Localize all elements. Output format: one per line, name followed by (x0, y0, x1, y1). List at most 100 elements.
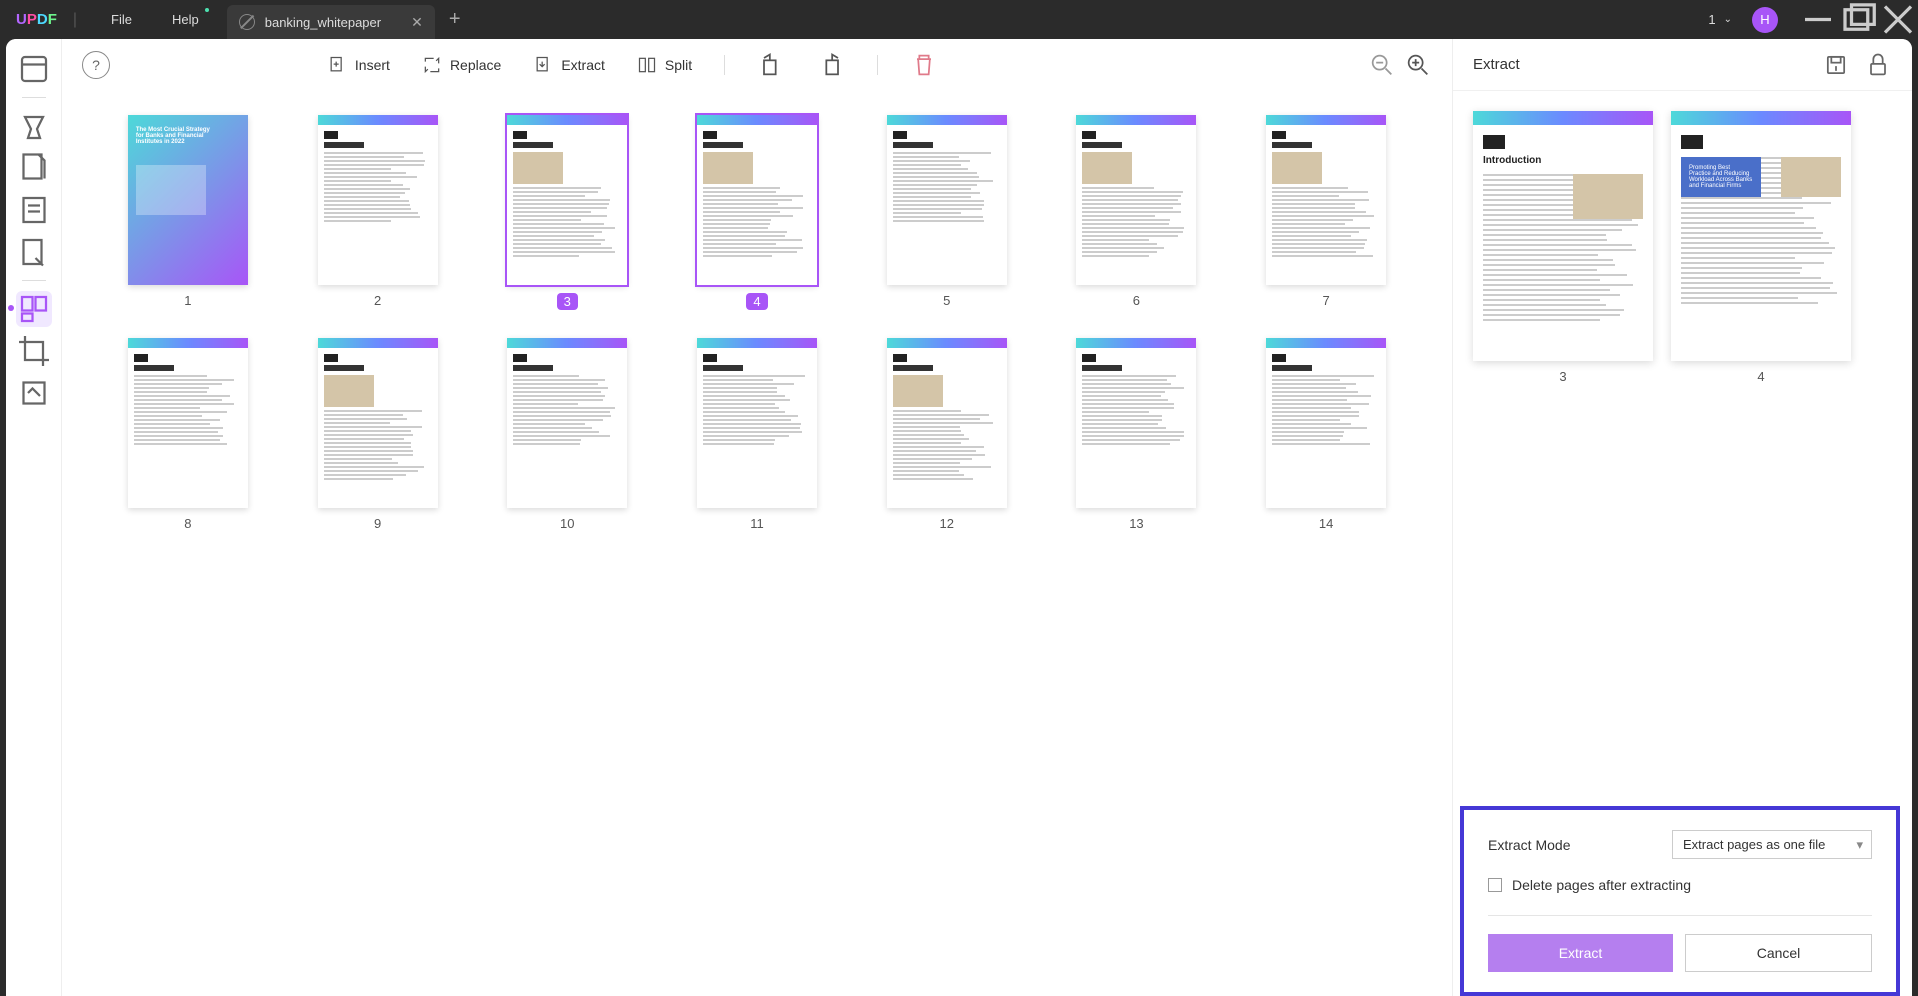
page-number: 2 (374, 293, 381, 308)
page-thumbnail-image[interactable] (1076, 338, 1196, 508)
chevron-down-icon[interactable]: ⌄ (1724, 14, 1732, 25)
page-number: 14 (1319, 516, 1333, 531)
zoom-in-button[interactable] (1404, 51, 1432, 79)
page-thumbnail[interactable]: 11 (671, 338, 843, 531)
page-number: 6 (1133, 293, 1140, 308)
page-thumbnail-image[interactable] (318, 338, 438, 508)
page-thumbnail[interactable]: 5 (861, 115, 1033, 310)
main-container: ? Insert Replace Extract Split (6, 39, 1912, 996)
form-tool-button[interactable] (16, 192, 52, 228)
menu-file[interactable]: File (91, 0, 152, 39)
content-area: ? Insert Replace Extract Split (62, 39, 1452, 996)
page-number: 10 (560, 516, 574, 531)
close-tab-icon[interactable]: ✕ (411, 14, 423, 31)
menu-help[interactable]: Help (152, 0, 219, 39)
separator (22, 280, 46, 281)
page-thumbnail-image[interactable] (507, 338, 627, 508)
ocr-tool-button[interactable] (16, 234, 52, 270)
active-indicator-icon (8, 305, 14, 311)
user-avatar[interactable]: H (1752, 7, 1778, 33)
help-button[interactable]: ? (82, 51, 110, 79)
page-thumbnail-image[interactable]: The Most Crucial Strategyfor Banks and F… (128, 115, 248, 285)
extract-preview-thumb[interactable]: Introduction3 (1473, 111, 1653, 384)
page-thumbnail[interactable]: 6 (1051, 115, 1223, 310)
page-number: 8 (184, 516, 191, 531)
page-thumbnail-image[interactable] (887, 115, 1007, 285)
cancel-button[interactable]: Cancel (1685, 934, 1872, 972)
add-tab-button[interactable]: + (435, 8, 475, 31)
split-button[interactable]: Split (637, 55, 692, 75)
minimize-button[interactable] (1798, 0, 1838, 39)
page-thumbnail[interactable]: 14 (1240, 338, 1412, 531)
separator (1488, 915, 1872, 916)
organize-pages-button[interactable] (16, 291, 52, 327)
replace-label: Replace (450, 57, 501, 73)
extract-button[interactable]: Extract (533, 55, 605, 75)
page-thumbnail[interactable]: 13 (1051, 338, 1223, 531)
page-number: 7 (1323, 293, 1330, 308)
rotate-right-button[interactable] (817, 51, 845, 79)
extract-mode-select[interactable]: Extract pages as one file (1672, 830, 1872, 859)
page-thumbnail[interactable]: 9 (292, 338, 464, 531)
page-thumbnail[interactable]: 10 (481, 338, 653, 531)
page-thumbnail[interactable]: The Most Crucial Strategyfor Banks and F… (102, 115, 274, 310)
separator (724, 55, 725, 75)
maximize-button[interactable] (1838, 0, 1878, 39)
extract-label: Extract (561, 57, 605, 73)
tab-document-icon (239, 14, 255, 30)
page-thumbnail-image[interactable] (128, 338, 248, 508)
watermark-tool-button[interactable] (16, 375, 52, 411)
page-thumbnail[interactable]: 4 (671, 115, 843, 310)
tab-title: banking_whitepaper (265, 15, 381, 30)
page-number: 13 (1129, 516, 1143, 531)
split-icon (637, 55, 657, 75)
separator: | (73, 11, 77, 29)
highlight-tool-button[interactable] (16, 108, 52, 144)
replace-button[interactable]: Replace (422, 55, 501, 75)
page-thumbnail[interactable]: 12 (861, 338, 1033, 531)
extract-icon (533, 55, 553, 75)
page-thumbnail-image[interactable] (697, 115, 817, 285)
page-thumbnail-image[interactable] (318, 115, 438, 285)
page-thumbnail-image[interactable] (1266, 115, 1386, 285)
panel-title: Extract (1473, 56, 1520, 73)
document-tab[interactable]: banking_whitepaper ✕ (227, 5, 435, 39)
crop-tool-button[interactable] (16, 333, 52, 369)
page-thumbnail-image[interactable] (1076, 115, 1196, 285)
page-thumbnail[interactable]: 7 (1240, 115, 1412, 310)
replace-icon (422, 55, 442, 75)
page-number: 11 (750, 516, 764, 531)
separator (22, 97, 46, 98)
edit-tool-button[interactable] (16, 150, 52, 186)
extract-confirm-button[interactable]: Extract (1488, 934, 1673, 972)
split-label: Split (665, 57, 692, 73)
lock-panel-button[interactable] (1864, 51, 1892, 79)
close-window-button[interactable] (1878, 0, 1918, 39)
page-thumbnail[interactable]: 3 (481, 115, 653, 310)
page-thumbnail-image[interactable] (697, 338, 817, 508)
insert-button[interactable]: Insert (327, 55, 390, 75)
page-thumbnail-image[interactable] (1266, 338, 1386, 508)
extract-mode-dialog: Extract Mode Extract pages as one file D… (1460, 806, 1900, 996)
reader-mode-button[interactable] (16, 51, 52, 87)
page-thumbnail-image[interactable] (887, 338, 1007, 508)
zoom-out-button[interactable] (1368, 51, 1396, 79)
delete-after-checkbox[interactable] (1488, 878, 1502, 892)
page-thumbnail[interactable]: 2 (292, 115, 464, 310)
rotate-left-button[interactable] (757, 51, 785, 79)
delete-button[interactable] (910, 51, 938, 79)
page-thumbnails-grid: The Most Crucial Strategyfor Banks and F… (62, 91, 1452, 996)
menu-help-label: Help (172, 12, 199, 27)
page-thumbnail[interactable]: 8 (102, 338, 274, 531)
page-number: 5 (943, 293, 950, 308)
extract-preview-thumb[interactable]: Promoting Best Practice and Reducing Wor… (1671, 111, 1851, 384)
page-count-indicator[interactable]: 1 (1708, 12, 1715, 27)
page-thumbnail-image[interactable] (507, 115, 627, 285)
titlebar: UPDF | File Help banking_whitepaper ✕ + … (0, 0, 1918, 39)
app-logo: UPDF (0, 11, 73, 28)
separator (877, 55, 878, 75)
page-number: 9 (374, 516, 381, 531)
delete-after-label: Delete pages after extracting (1512, 877, 1691, 893)
save-panel-button[interactable] (1822, 51, 1850, 79)
extract-mode-label: Extract Mode (1488, 837, 1570, 853)
